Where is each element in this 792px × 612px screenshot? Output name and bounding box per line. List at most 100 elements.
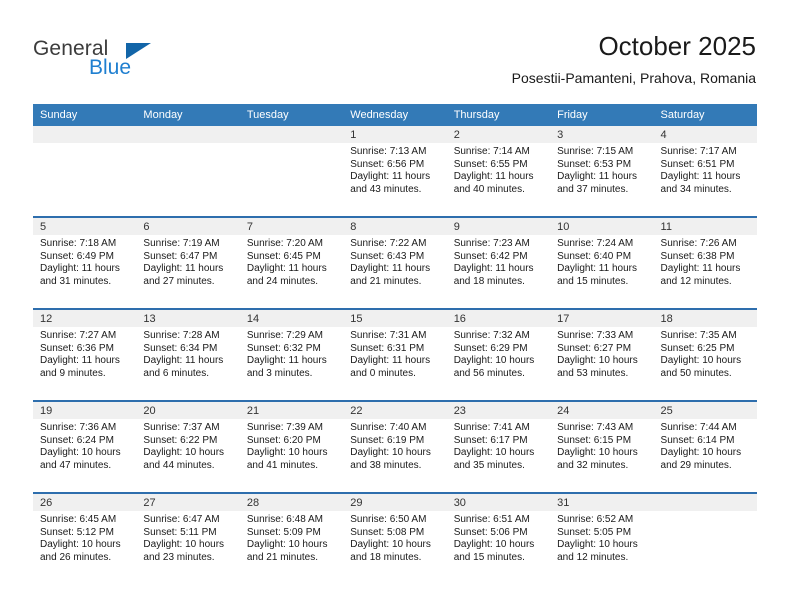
- daylight-text-line2: and 21 minutes.: [350, 275, 422, 287]
- sunset-text: Sunset: 5:06 PM: [453, 526, 528, 538]
- day-number: 12: [33, 310, 137, 327]
- day-cell[interactable]: 10 Sunrise: 7:24 AM Sunset: 6:40 PM Dayligh…: [550, 216, 654, 309]
- day-details: Sunrise: 7:37 AM Sunset: 6:22 PM Daylight:…: [136, 419, 239, 472]
- sunrise-text: Sunrise: 7:22 AM: [350, 238, 427, 249]
- day-cell[interactable]: 29 Sunrise: 6:50 AM Sunset: 5:08 PM Dayligh…: [343, 492, 447, 584]
- day-cell[interactable]: 23 Sunrise: 7:41 AM Sunset: 6:17 PM Dayligh…: [446, 400, 551, 493]
- daylight-text-line2: and 18 minutes.: [350, 551, 422, 563]
- day-cell-inner: 4 Sunrise: 7:17 AM Sunset: 6:51 PM Daylight…: [653, 126, 757, 216]
- day-cell-inner: 18 Sunrise: 7:35 AM Sunset: 6:25 PM Dayligh…: [653, 310, 757, 400]
- day-cell[interactable]: 22 Sunrise: 7:40 AM Sunset: 6:19 PM Dayligh…: [343, 400, 447, 493]
- day-cell[interactable]: 24 Sunrise: 7:43 AM Sunset: 6:15 PM Dayligh…: [550, 400, 654, 493]
- day-cell[interactable]: 5 Sunrise: 7:18 AM Sunset: 6:49 PM Daylight…: [33, 216, 137, 309]
- day-details: Sunrise: 6:51 AM Sunset: 5:06 PM Daylight:…: [447, 511, 550, 564]
- calendar-week-row: 12 Sunrise: 7:27 AM Sunset: 6:36 PM Dayligh…: [33, 308, 757, 401]
- daylight-text-line2: and 31 minutes.: [40, 275, 112, 287]
- day-cell[interactable]: 11 Sunrise: 7:26 AM Sunset: 6:38 PM Dayligh…: [653, 216, 757, 309]
- sunset-text: Sunset: 6:25 PM: [660, 342, 735, 354]
- day-cell-inner: 20 Sunrise: 7:37 AM Sunset: 6:22 PM Dayligh…: [136, 402, 240, 492]
- daylight-text-line2: and 6 minutes.: [143, 367, 210, 379]
- daylight-text-line1: Daylight: 10 hours: [350, 447, 431, 459]
- logo-text-blue: Blue: [89, 56, 132, 79]
- day-cell[interactable]: 17 Sunrise: 7:33 AM Sunset: 6:27 PM Dayligh…: [550, 308, 654, 401]
- daylight-text-line2: and 26 minutes.: [40, 551, 112, 563]
- day-details: Sunrise: 7:43 AM Sunset: 6:15 PM Daylight:…: [550, 419, 653, 472]
- day-cell[interactable]: 6 Sunrise: 7:19 AM Sunset: 6:47 PM Daylight…: [136, 216, 240, 309]
- sunrise-text: Sunrise: 6:50 AM: [350, 514, 427, 525]
- general-blue-logo[interactable]: General Blue: [33, 38, 213, 86]
- day-cell[interactable]: 25 Sunrise: 7:44 AM Sunset: 6:14 PM Dayligh…: [653, 400, 757, 493]
- sunrise-text: Sunrise: 6:45 AM: [40, 514, 117, 525]
- sunrise-text: Sunrise: 6:51 AM: [453, 514, 530, 525]
- daylight-text-line1: Daylight: 10 hours: [350, 539, 431, 551]
- day-cell[interactable]: 3 Sunrise: 7:15 AM Sunset: 6:53 PM Daylight…: [550, 126, 654, 217]
- daylight-text-line1: Daylight: 10 hours: [660, 447, 742, 459]
- day-cell[interactable]: 16 Sunrise: 7:32 AM Sunset: 6:29 PM Dayligh…: [446, 308, 551, 401]
- daylight-text-line1: Daylight: 11 hours: [660, 171, 741, 183]
- day-cell[interactable]: 8 Sunrise: 7:22 AM Sunset: 6:43 PM Daylight…: [343, 216, 447, 309]
- daylight-text-line2: and 35 minutes.: [453, 459, 525, 471]
- calendar-table: Sunday Monday Tuesday Wednesday Thursday…: [33, 104, 757, 584]
- day-cell[interactable]: 12 Sunrise: 7:27 AM Sunset: 6:36 PM Dayligh…: [33, 308, 137, 401]
- day-number: 30: [446, 494, 551, 511]
- sunset-text: Sunset: 6:53 PM: [557, 158, 632, 170]
- day-cell[interactable]: 14 Sunrise: 7:29 AM Sunset: 6:32 PM Dayligh…: [239, 308, 344, 401]
- day-number: 8: [343, 218, 447, 235]
- day-cell[interactable]: 20 Sunrise: 7:37 AM Sunset: 6:22 PM Dayligh…: [136, 400, 240, 493]
- calendar-grid: Sunday Monday Tuesday Wednesday Thursday…: [33, 104, 757, 584]
- daylight-text-line1: Daylight: 10 hours: [557, 447, 638, 459]
- day-cell[interactable]: 31 Sunrise: 6:52 AM Sunset: 5:05 PM Dayligh…: [550, 492, 654, 584]
- day-cell-inner: 3 Sunrise: 7:15 AM Sunset: 6:53 PM Daylight…: [550, 126, 654, 216]
- day-cell[interactable]: 2 Sunrise: 7:14 AM Sunset: 6:55 PM Daylight…: [446, 126, 551, 217]
- day-cell[interactable]: 27 Sunrise: 6:47 AM Sunset: 5:11 PM Dayligh…: [136, 492, 240, 584]
- daylight-text-line2: and 15 minutes.: [557, 275, 629, 287]
- page-title: October 2025: [598, 31, 756, 61]
- sunrise-text: Sunrise: 7:44 AM: [660, 422, 737, 433]
- day-cell[interactable]: 7 Sunrise: 7:20 AM Sunset: 6:45 PM Daylight…: [239, 216, 344, 309]
- day-number: [136, 126, 240, 143]
- sunrise-text: Sunrise: 6:48 AM: [246, 514, 323, 525]
- sunset-text: Sunset: 6:40 PM: [557, 250, 632, 262]
- daylight-text-line2: and 3 minutes.: [246, 367, 313, 379]
- day-number: 10: [550, 218, 654, 235]
- day-cell-inner: 27 Sunrise: 6:47 AM Sunset: 5:11 PM Dayligh…: [136, 494, 240, 584]
- day-cell[interactable]: 26 Sunrise: 6:45 AM Sunset: 5:12 PM Dayligh…: [33, 492, 137, 584]
- day-cell-inner: 6 Sunrise: 7:19 AM Sunset: 6:47 PM Daylight…: [136, 218, 240, 308]
- day-number: 7: [239, 218, 344, 235]
- day-cell-inner: 13 Sunrise: 7:28 AM Sunset: 6:34 PM Dayligh…: [136, 310, 240, 400]
- daylight-text-line2: and 18 minutes.: [453, 275, 525, 287]
- day-cell-inner: 2 Sunrise: 7:14 AM Sunset: 6:55 PM Daylight…: [446, 126, 551, 216]
- sunset-text: Sunset: 5:11 PM: [143, 526, 217, 538]
- page-subtitle: Posestii-Pamanteni, Prahova, Romania: [511, 70, 756, 86]
- weekday-header-saturday: Saturday: [653, 104, 757, 126]
- daylight-text-line2: and 38 minutes.: [350, 459, 422, 471]
- day-cell[interactable]: 9 Sunrise: 7:23 AM Sunset: 6:42 PM Daylight…: [446, 216, 551, 309]
- day-number: 28: [239, 494, 344, 511]
- day-details: Sunrise: 7:17 AM Sunset: 6:51 PM Daylight:…: [654, 143, 757, 196]
- day-cell[interactable]: 1 Sunrise: 7:13 AM Sunset: 6:56 PM Daylight…: [343, 126, 447, 217]
- day-cell-inner: 8 Sunrise: 7:22 AM Sunset: 6:43 PM Daylight…: [343, 218, 447, 308]
- sunrise-text: Sunrise: 7:15 AM: [557, 146, 634, 157]
- day-cell[interactable]: 19 Sunrise: 7:36 AM Sunset: 6:24 PM Dayligh…: [33, 400, 137, 493]
- day-cell[interactable]: 13 Sunrise: 7:28 AM Sunset: 6:34 PM Dayligh…: [136, 308, 240, 401]
- day-cell-inner: 10 Sunrise: 7:24 AM Sunset: 6:40 PM Dayligh…: [550, 218, 654, 308]
- day-number: 4: [653, 126, 757, 143]
- sunset-text: Sunset: 6:24 PM: [40, 434, 114, 446]
- day-cell[interactable]: 18 Sunrise: 7:35 AM Sunset: 6:25 PM Dayligh…: [653, 308, 757, 401]
- sunrise-text: Sunrise: 7:24 AM: [557, 238, 634, 249]
- sunrise-text: Sunrise: 7:27 AM: [40, 330, 117, 341]
- day-cell[interactable]: 30 Sunrise: 6:51 AM Sunset: 5:06 PM Dayligh…: [446, 492, 551, 584]
- sunrise-text: Sunrise: 7:17 AM: [660, 146, 737, 157]
- day-cell-inner: [653, 494, 757, 584]
- daylight-text-line1: Daylight: 11 hours: [660, 263, 741, 275]
- day-cell[interactable]: 15 Sunrise: 7:31 AM Sunset: 6:31 PM Dayligh…: [343, 308, 447, 401]
- daylight-text-line1: Daylight: 10 hours: [557, 355, 638, 367]
- day-cell[interactable]: 4 Sunrise: 7:17 AM Sunset: 6:51 PM Daylight…: [653, 126, 757, 217]
- day-cell[interactable]: 28 Sunrise: 6:48 AM Sunset: 5:09 PM Dayligh…: [239, 492, 344, 584]
- sunset-text: Sunset: 5:09 PM: [246, 526, 321, 538]
- day-cell[interactable]: 21 Sunrise: 7:39 AM Sunset: 6:20 PM Dayligh…: [239, 400, 344, 493]
- sunset-text: Sunset: 6:49 PM: [40, 250, 114, 262]
- daylight-text-line2: and 32 minutes.: [557, 459, 629, 471]
- daylight-text-line2: and 44 minutes.: [143, 459, 215, 471]
- weekday-header-wednesday: Wednesday: [343, 104, 447, 126]
